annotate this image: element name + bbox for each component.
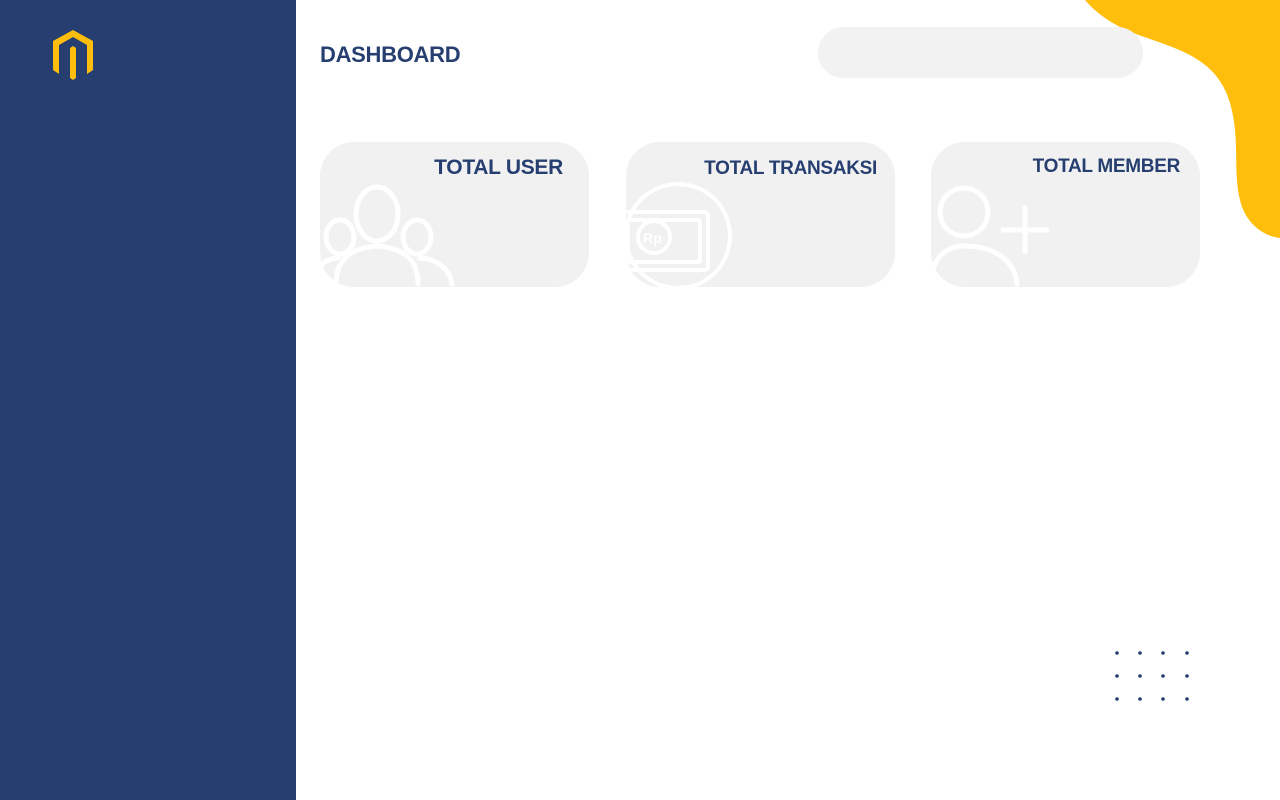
card-title-total-member: TOTAL MEMBER — [1032, 156, 1181, 177]
search-input[interactable] — [818, 27, 1143, 78]
card-total-user[interactable]: TOTAL USER — [320, 142, 589, 287]
sidebar — [0, 0, 296, 800]
page-title: DASHBOARD — [320, 42, 461, 67]
logo-icon[interactable] — [47, 26, 99, 82]
card-total-member[interactable]: TOTAL MEMBER — [931, 142, 1200, 287]
dashboard-page: DASHBOARD TOTAL USER Rp TOTAL TRANSAKSI … — [0, 0, 1280, 800]
card-total-transaksi[interactable]: Rp TOTAL TRANSAKSI — [626, 142, 895, 287]
decorative-dots — [1115, 651, 1189, 701]
card-title-total-user: TOTAL USER — [434, 156, 563, 179]
card-title-total-transaksi: TOTAL TRANSAKSI — [704, 158, 877, 179]
svg-text:Rp: Rp — [643, 230, 662, 246]
